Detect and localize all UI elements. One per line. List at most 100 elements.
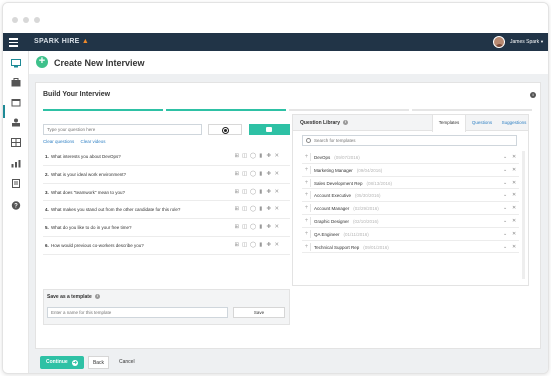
move-icon[interactable]: ✚ xyxy=(266,189,272,195)
question-input[interactable] xyxy=(44,125,201,134)
tab-templates[interactable]: Templates xyxy=(432,115,466,132)
camera-icon[interactable]: ▮ xyxy=(258,242,264,248)
chevron-down-icon[interactable]: ▼ xyxy=(540,39,544,44)
video-library-icon[interactable]: ◫ xyxy=(242,189,248,195)
move-icon[interactable]: ✚ xyxy=(266,153,272,159)
close-icon[interactable]: ✕ xyxy=(512,231,516,237)
analytics-icon[interactable] xyxy=(11,159,21,168)
grid-icon[interactable] xyxy=(11,138,21,147)
close-icon[interactable]: ✕ xyxy=(512,244,516,250)
briefcase-icon[interactable] xyxy=(11,78,21,87)
library-scrollbar[interactable] xyxy=(522,151,525,279)
brand-logo[interactable]: SPARK HIRE ▲ xyxy=(34,38,89,45)
close-icon[interactable]: ✕ xyxy=(512,205,516,211)
help-icon[interactable]: ? xyxy=(11,201,21,210)
record-video-icon[interactable]: ◯ xyxy=(250,189,256,195)
question-row[interactable]: 2. What is your ideal work environment? … xyxy=(43,166,290,184)
import-icon[interactable]: ⊞ xyxy=(234,224,240,230)
record-video-icon[interactable]: ◯ xyxy=(250,153,256,159)
record-video-icon[interactable]: ◯ xyxy=(250,224,256,230)
import-icon[interactable]: ⊞ xyxy=(234,242,240,248)
camera-icon[interactable]: ▮ xyxy=(258,206,264,212)
document-icon[interactable] xyxy=(11,179,21,188)
camera-icon[interactable]: ▮ xyxy=(258,189,264,195)
record-video-icon[interactable]: ◯ xyxy=(250,206,256,212)
chevron-down-icon[interactable]: ⌄ xyxy=(503,167,507,173)
template-item[interactable]: + Technical Support Rep (09/01/2016) ⌄ ✕ xyxy=(302,241,519,254)
question-row[interactable]: 3. What does "teamwork" mean to you? ⊞ ◫ ◯… xyxy=(43,184,290,202)
record-button[interactable] xyxy=(208,124,242,135)
plus-icon[interactable]: + xyxy=(303,229,311,238)
template-item[interactable]: + Graphic Designer (02/10/2016) ⌄ ✕ xyxy=(302,215,519,228)
continue-button[interactable]: Continue ➜ xyxy=(40,356,84,369)
template-name-box[interactable] xyxy=(47,307,228,318)
save-template-button[interactable]: Save xyxy=(233,307,285,318)
move-icon[interactable]: ✚ xyxy=(266,206,272,212)
question-input-box[interactable] xyxy=(43,124,202,135)
library-search-box[interactable] xyxy=(302,135,517,146)
plus-icon[interactable]: + xyxy=(303,178,311,187)
template-item[interactable]: + Account Executive (05/30/2016) ⌄ ✕ xyxy=(302,189,519,203)
question-row[interactable]: 6. How would previous co-workers describ… xyxy=(43,237,290,255)
template-item[interactable]: + Account Manager (02/29/2016) ⌄ ✕ xyxy=(302,202,519,215)
record-video-icon[interactable]: ◯ xyxy=(250,171,256,177)
video-library-icon[interactable]: ◫ xyxy=(242,171,248,177)
close-icon[interactable]: ✕ xyxy=(512,180,516,186)
question-row[interactable]: 4. What makes you stand out from the oth… xyxy=(43,201,290,220)
library-search-input[interactable] xyxy=(314,136,514,145)
video-library-icon[interactable]: ◫ xyxy=(242,206,248,212)
import-icon[interactable]: ⊞ xyxy=(234,153,240,159)
delete-icon[interactable]: ✕ xyxy=(274,206,280,212)
tab-questions[interactable]: Questions xyxy=(467,115,497,131)
close-icon[interactable]: ✕ xyxy=(512,192,516,198)
delete-icon[interactable]: ✕ xyxy=(274,224,280,230)
tab-suggestions[interactable]: Suggestions xyxy=(498,115,530,131)
clear-videos-link[interactable]: Clear videos xyxy=(81,139,106,144)
cancel-button[interactable]: Cancel xyxy=(119,359,135,365)
camera-icon[interactable]: ▮ xyxy=(258,224,264,230)
template-item[interactable]: + DevOps (09/07/2016) ⌄ ✕ xyxy=(302,151,519,164)
import-icon[interactable]: ⊞ xyxy=(234,189,240,195)
back-button[interactable]: Back xyxy=(88,356,109,369)
plus-icon[interactable]: + xyxy=(303,153,311,161)
template-item[interactable]: + Marketing Manager (09/04/2016) ⌄ ✕ xyxy=(302,164,519,177)
chevron-down-icon[interactable]: ⌄ xyxy=(503,244,507,250)
interviews-icon[interactable] xyxy=(11,59,21,68)
delete-icon[interactable]: ✕ xyxy=(274,171,280,177)
move-icon[interactable]: ✚ xyxy=(266,242,272,248)
question-row[interactable]: 1. What interests you about DevOps? ⊞ ◫ ◯ ▮… xyxy=(43,148,290,166)
user-name[interactable]: James Spark xyxy=(510,39,539,45)
avatar[interactable] xyxy=(493,36,505,48)
question-row[interactable]: 5. What do you like to do in your free t… xyxy=(43,219,290,237)
video-library-icon[interactable]: ◫ xyxy=(242,242,248,248)
clear-questions-link[interactable]: Clear questions xyxy=(43,139,74,144)
import-icon[interactable]: ⊞ xyxy=(234,171,240,177)
record-video-icon[interactable]: ◯ xyxy=(250,242,256,248)
plus-icon[interactable]: + xyxy=(303,165,311,174)
camera-icon[interactable]: ▮ xyxy=(258,153,264,159)
chevron-down-icon[interactable]: ⌄ xyxy=(503,218,507,224)
close-icon[interactable]: ✕ xyxy=(512,167,516,173)
close-icon[interactable]: ✕ xyxy=(512,218,516,224)
import-icon[interactable]: ⊞ xyxy=(234,206,240,212)
plus-icon[interactable]: + xyxy=(303,191,311,200)
camera-icon[interactable]: ▮ xyxy=(258,171,264,177)
chevron-down-icon[interactable]: ⌄ xyxy=(503,192,507,198)
template-name-input[interactable] xyxy=(48,308,227,317)
close-icon[interactable]: ✕ xyxy=(512,154,516,160)
video-library-icon[interactable]: ◫ xyxy=(242,153,248,159)
template-item[interactable]: + QA Engineer (01/11/2016) ⌄ ✕ xyxy=(302,228,519,241)
plus-icon[interactable]: + xyxy=(303,242,311,251)
info-icon[interactable]: i xyxy=(343,120,349,126)
chevron-down-icon[interactable]: ⌄ xyxy=(503,205,507,211)
template-item[interactable]: + Sales Development Rep (08/13/2016) ⌄ ✕ xyxy=(302,177,519,190)
delete-icon[interactable]: ✕ xyxy=(274,189,280,195)
chevron-down-icon[interactable]: ⌄ xyxy=(503,180,507,186)
chevron-down-icon[interactable]: ⌄ xyxy=(503,231,507,237)
plus-icon[interactable]: + xyxy=(303,216,311,225)
users-icon[interactable] xyxy=(11,118,21,127)
info-icon[interactable]: i xyxy=(530,92,536,98)
delete-icon[interactable]: ✕ xyxy=(274,242,280,248)
info-icon[interactable]: i xyxy=(94,294,100,300)
video-library-icon[interactable]: ◫ xyxy=(242,224,248,230)
